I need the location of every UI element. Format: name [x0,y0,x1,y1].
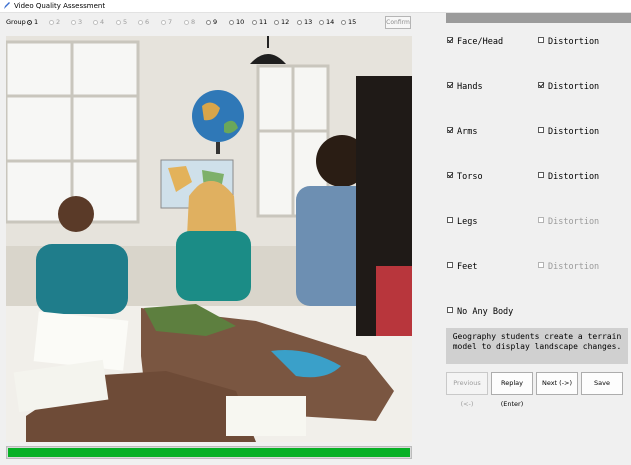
checkbox-icon [538,172,544,178]
checkbox-arms-distortion[interactable]: Distortion [538,127,599,138]
group-radio-11[interactable]: 11 [252,15,267,29]
group-radio-14[interactable]: 14 [319,15,334,29]
classroom-scene-image [6,36,412,442]
radio-dot-icon [49,19,54,25]
group-radio-15[interactable]: 15 [341,15,356,29]
checkbox-legs[interactable]: Legs [447,217,477,228]
checkbox-icon [447,37,453,43]
window-title: Video Quality Assessment [14,2,106,10]
checkbox-feet[interactable]: Feet [447,262,477,273]
group-radio-12[interactable]: 12 [274,15,289,29]
radio-dot-icon [206,19,211,25]
next-button[interactable]: Next (->) [536,372,578,395]
previous-button[interactable]: Previous (<-) [446,372,488,408]
radio-dot-icon [27,19,32,25]
radio-dot-icon [319,19,324,25]
radio-dot-icon [116,19,121,25]
group-radio-1[interactable]: 1 [27,15,38,29]
checkbox-arms[interactable]: Arms [447,127,477,138]
group-radio-5[interactable]: 5 [116,15,127,29]
video-frame [6,36,412,442]
progress-bar [6,446,412,459]
progress-fill [8,448,410,457]
checkbox-face-head[interactable]: Face/Head [447,37,503,48]
group-radio-10[interactable]: 10 [229,15,244,29]
radio-dot-icon [93,19,98,25]
checkbox-legs-distortion[interactable]: Distortion [538,217,599,228]
radio-dot-icon [138,19,143,25]
checkbox-face-head-distortion[interactable]: Distortion [538,37,599,48]
checkbox-torso[interactable]: Torso [447,172,483,183]
radio-dot-icon [184,19,189,25]
radio-dot-icon [229,19,234,25]
group-radio-13[interactable]: 13 [297,15,312,29]
save-button[interactable]: Save [581,372,623,395]
checkbox-icon [447,127,453,133]
checkbox-hands-distortion[interactable]: Distortion [538,82,599,93]
caption-text: Geography students create a terrain mode… [446,328,628,364]
panel-header-bar [446,13,631,23]
radio-dot-icon [341,19,346,25]
group-selector: Group 1 2 3 4 5 6 7 8 9 10 11 12 13 14 1… [6,15,386,29]
checkbox-torso-distortion[interactable]: Distortion [538,172,599,183]
checkbox-icon [447,262,453,268]
checkbox-icon [538,127,544,133]
checkbox-no-any-body[interactable]: No Any Body [447,307,513,318]
checkbox-hands[interactable]: Hands [447,82,483,93]
checkbox-icon [538,217,544,223]
radio-dot-icon [71,19,76,25]
group-radio-6[interactable]: 6 [138,15,149,29]
group-radio-2[interactable]: 2 [49,15,60,29]
radio-dot-icon [274,19,279,25]
checkbox-feet-distortion[interactable]: Distortion [538,262,599,273]
radio-dot-icon [252,19,257,25]
radio-dot-icon [297,19,302,25]
checkbox-icon [447,172,453,178]
checkbox-icon [538,37,544,43]
radio-dot-icon [161,19,166,25]
checkbox-icon [447,217,453,223]
title-bar: Video Quality Assessment [0,0,631,13]
confirm-button[interactable]: Confirm [385,16,411,29]
group-radio-7[interactable]: 7 [161,15,172,29]
replay-button[interactable]: Replay (Enter) [491,372,533,408]
checkbox-icon [447,82,453,88]
group-label: Group [6,18,26,26]
checkbox-icon [538,82,544,88]
group-radio-9[interactable]: 9 [206,15,217,29]
group-radio-4[interactable]: 4 [93,15,104,29]
checkbox-icon [538,262,544,268]
pen-icon [4,2,10,9]
checkbox-icon [447,307,453,313]
group-radio-3[interactable]: 3 [71,15,82,29]
group-radio-8[interactable]: 8 [184,15,195,29]
